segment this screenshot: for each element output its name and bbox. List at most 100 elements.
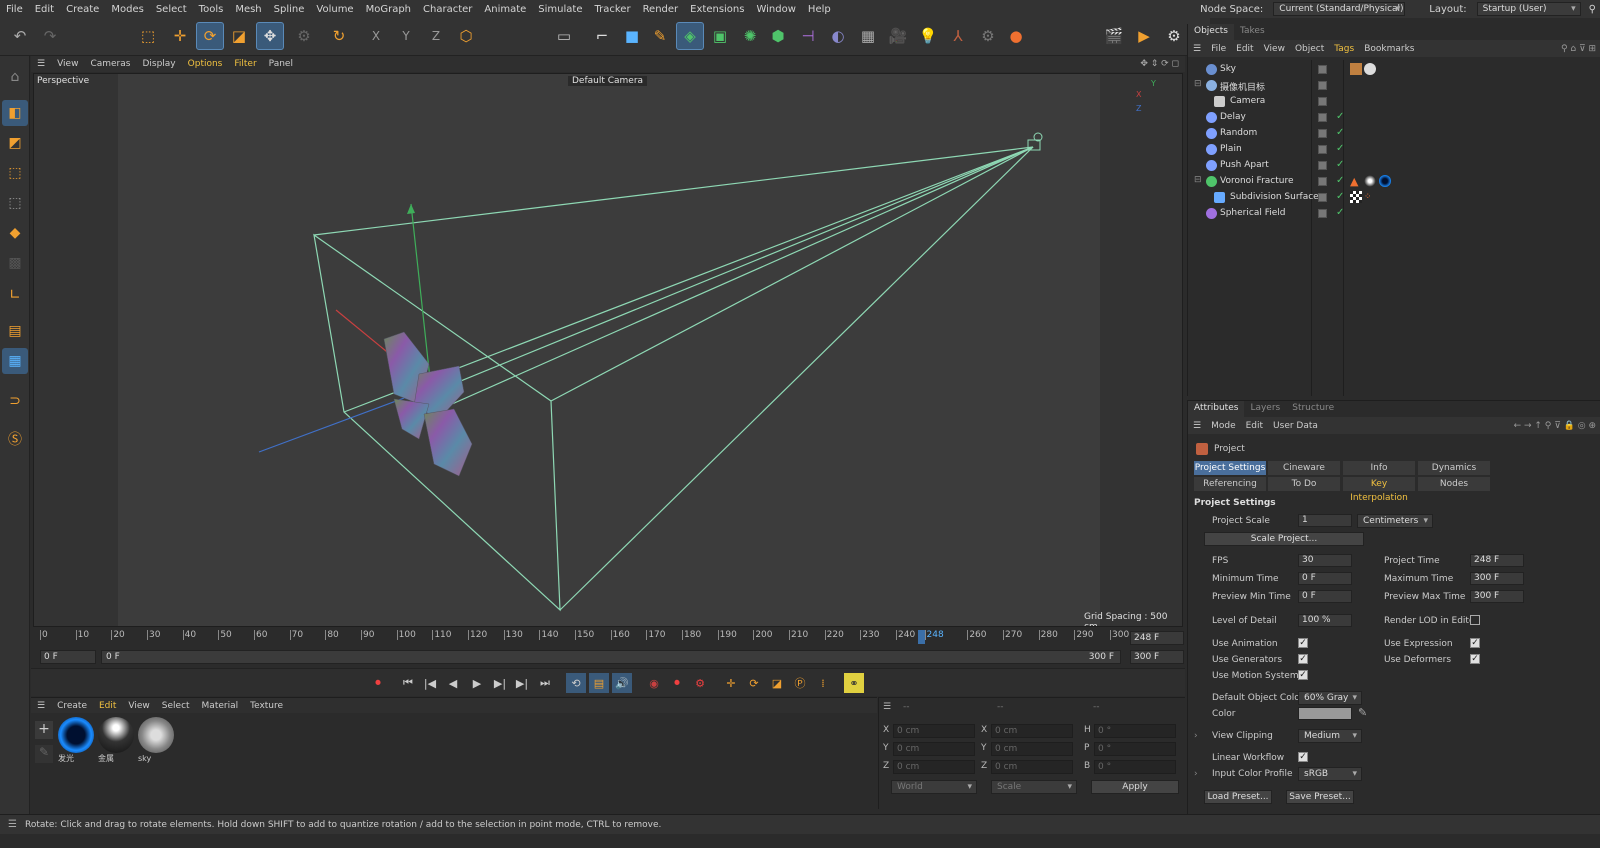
- menu-edit[interactable]: Edit: [29, 4, 60, 15]
- coord-menu-icon[interactable]: ☰: [883, 702, 891, 712]
- preview-min-field[interactable]: 0 F: [1298, 590, 1352, 603]
- snapping-icon[interactable]: Ⓢ: [2, 426, 28, 452]
- key-scale-icon[interactable]: ◪: [767, 673, 787, 693]
- coord-rot-b[interactable]: 0 °: [1094, 760, 1176, 774]
- viewport-menu-panel[interactable]: Panel: [263, 59, 299, 69]
- coord-rot-p[interactable]: 0 °: [1094, 742, 1176, 756]
- expand-icon[interactable]: ›: [1194, 731, 1198, 741]
- menu-volume[interactable]: Volume: [310, 4, 359, 15]
- object-row-random[interactable]: Random ✓: [1188, 126, 1600, 142]
- material-swatch-sky[interactable]: sky: [138, 717, 174, 767]
- viewport-menu-view[interactable]: View: [51, 59, 84, 69]
- texture-mode-icon[interactable]: ◩: [2, 130, 28, 156]
- preview-max-field[interactable]: 300 F: [1470, 590, 1524, 603]
- cloner-cubes-icon[interactable]: ⬢: [764, 22, 792, 50]
- viewport-menu-filter[interactable]: Filter: [228, 59, 262, 69]
- object-row-sky[interactable]: Sky: [1188, 62, 1600, 78]
- phong-tag-icon[interactable]: ⁘: [1364, 192, 1372, 202]
- viewport-menu-cameras[interactable]: Cameras: [84, 59, 136, 69]
- coord-size-x[interactable]: 0 cm: [991, 724, 1073, 738]
- make-editable-icon[interactable]: ⌂: [2, 64, 28, 90]
- project-scale-unit-dropdown[interactable]: Centimeters: [1357, 514, 1433, 528]
- menu-spline[interactable]: Spline: [268, 4, 311, 15]
- object-row-delay[interactable]: Delay ✓: [1188, 110, 1600, 126]
- tab-layers[interactable]: Layers: [1244, 401, 1286, 417]
- linear-workflow-checkbox[interactable]: ✓: [1298, 752, 1308, 762]
- use-animation-checkbox[interactable]: ✓: [1298, 638, 1308, 648]
- use-expression-checkbox[interactable]: ✓: [1470, 638, 1480, 648]
- extrude-icon[interactable]: ▣: [706, 22, 734, 50]
- material-swatch-glow[interactable]: 发光: [58, 717, 94, 767]
- add-material-icon[interactable]: +: [35, 721, 53, 739]
- coordinate-system-icon[interactable]: ⬡: [452, 22, 480, 50]
- edges-mode-icon[interactable]: ⬚: [2, 190, 28, 216]
- min-time-field[interactable]: 0 F: [1298, 572, 1352, 585]
- search-icon[interactable]: ⚲: [1585, 4, 1600, 15]
- view-clipping-dropdown[interactable]: Medium: [1298, 729, 1362, 743]
- key-param-icon[interactable]: Ⓟ: [790, 673, 810, 693]
- key-position-icon[interactable]: ✛: [721, 673, 741, 693]
- object-menu-hamburger-icon[interactable]: ☰: [1188, 44, 1206, 54]
- object-manager-tools-icons[interactable]: ⚲ ⌂ ⊽ ⊞: [1556, 44, 1600, 54]
- collapse-icon[interactable]: ⊟: [1194, 175, 1202, 185]
- menu-select[interactable]: Select: [150, 4, 193, 15]
- object-menu-edit[interactable]: Edit: [1231, 44, 1258, 54]
- subtab-cineware[interactable]: Cineware: [1268, 461, 1340, 475]
- next-key-icon[interactable]: ▶|: [512, 673, 532, 693]
- mograph-cloner-icon[interactable]: ✺: [736, 22, 764, 50]
- object-visibility-delay[interactable]: [1318, 113, 1327, 122]
- move-tool-icon[interactable]: ✛: [166, 22, 194, 50]
- viewport-nav-icons[interactable]: ✥ ⇕ ⟳ ◻: [1134, 59, 1185, 69]
- start-frame-field[interactable]: 0 F: [40, 650, 96, 664]
- record-icon[interactable]: ⏺: [368, 673, 388, 693]
- max-time-field[interactable]: 300 F: [1470, 572, 1524, 585]
- next-frame-icon[interactable]: ▶|: [490, 673, 510, 693]
- menu-window[interactable]: Window: [750, 4, 801, 15]
- enabled-check-icon[interactable]: ✓: [1336, 111, 1344, 122]
- film-icon[interactable]: ▤: [589, 673, 609, 693]
- color-swatch[interactable]: [1298, 707, 1352, 720]
- viewport-menu-options[interactable]: Options: [182, 59, 229, 69]
- key-mode-icon[interactable]: ⚙: [690, 673, 710, 693]
- attribute-nav-icons[interactable]: ← → ↑ ⚲ ⊽ 🔒 ◎ ⊕: [1509, 421, 1600, 431]
- input-color-dropdown[interactable]: sRGB: [1298, 767, 1362, 781]
- use-deformers-checkbox[interactable]: ✓: [1470, 654, 1480, 664]
- timeline-playhead[interactable]: [917, 630, 925, 644]
- auto-key-icon[interactable]: ⏺: [667, 673, 687, 693]
- object-menu-tags[interactable]: Tags: [1329, 44, 1359, 54]
- subtab-key-interpolation[interactable]: Key Interpolation: [1343, 477, 1415, 503]
- menu-mesh[interactable]: Mesh: [229, 4, 267, 15]
- render-settings-icon[interactable]: ⚙: [1160, 22, 1188, 50]
- end-frame-field[interactable]: 300 F: [1130, 650, 1184, 664]
- checker-tag-icon[interactable]: [1350, 191, 1362, 203]
- spline-pen-icon[interactable]: ⌐: [588, 22, 616, 50]
- viewport-camera-label[interactable]: Default Camera: [568, 76, 648, 86]
- material-menu-create[interactable]: Create: [51, 701, 93, 711]
- pen-icon[interactable]: ✎: [646, 22, 674, 50]
- object-visibility-camera[interactable]: [1318, 97, 1327, 106]
- workplane-icon[interactable]: ▤: [2, 318, 28, 344]
- joint-icon[interactable]: ⅄: [944, 22, 972, 50]
- menu-render[interactable]: Render: [637, 4, 685, 15]
- menu-modes[interactable]: Modes: [105, 4, 149, 15]
- deformer-icon[interactable]: ⊣: [794, 22, 822, 50]
- tab-objects[interactable]: Objects: [1188, 24, 1235, 40]
- render-region-icon[interactable]: ▭: [550, 22, 578, 50]
- material-menu-select[interactable]: Select: [156, 701, 196, 711]
- tab-attributes[interactable]: Attributes: [1188, 401, 1245, 417]
- model-mode-icon[interactable]: ◧: [2, 100, 28, 126]
- layout-dropdown[interactable]: Startup (User): [1476, 2, 1581, 16]
- subtab-dynamics[interactable]: Dynamics: [1418, 461, 1490, 475]
- transform-tool-icon[interactable]: ✥: [256, 22, 284, 50]
- object-row-camera-target[interactable]: ⊟ 摄像机目标: [1188, 78, 1600, 94]
- material-menu-material[interactable]: Material: [196, 701, 245, 711]
- object-visibility-sky[interactable]: [1318, 65, 1327, 74]
- object-menu-view[interactable]: View: [1259, 44, 1290, 54]
- redo-icon[interactable]: ↷: [36, 22, 64, 50]
- voronoi-fracture-object[interactable]: [383, 331, 473, 477]
- object-row-plain[interactable]: Plain ✓: [1188, 142, 1600, 158]
- recent-tool-icon[interactable]: ↻: [325, 22, 353, 50]
- coord-apply-button[interactable]: Apply: [1091, 780, 1179, 794]
- material-swatch-metal[interactable]: 金属: [98, 717, 134, 767]
- timeline-ruler[interactable]: 0 10 20 30 40 50 60 70 80 90 100 110 120 130 140 150 160…: [40, 630, 1129, 646]
